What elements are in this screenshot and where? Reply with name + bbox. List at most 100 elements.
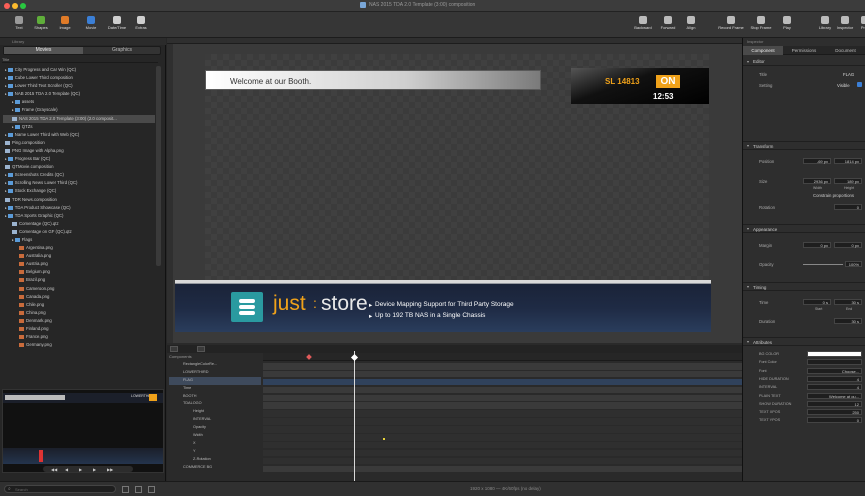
library-item[interactable]: France.png [3, 333, 155, 341]
timeline-track[interactable] [263, 370, 742, 378]
component-row[interactable]: FLAG [169, 376, 261, 385]
zoom-window-icon[interactable] [20, 3, 26, 9]
library-item[interactable]: ▸ City Progress and Car Win (QC) [3, 66, 155, 74]
attribute-value-field[interactable]: 4 [807, 384, 862, 391]
component-row[interactable]: Time [169, 385, 261, 393]
component-row[interactable]: Y [169, 448, 261, 456]
section-transform[interactable]: Transform [743, 141, 865, 150]
position-x-field[interactable]: -69 px [803, 158, 831, 164]
disclosure-icon[interactable]: ▾ [747, 284, 749, 289]
tab-graphics[interactable]: Graphics [83, 47, 161, 54]
library-item[interactable]: TDR News.composition [3, 196, 155, 204]
component-row[interactable]: Width [169, 432, 261, 440]
library-item[interactable]: ▸ Progress Bar (QC) [3, 155, 155, 163]
extras-button[interactable]: Extras [128, 14, 154, 36]
disclosure-icon[interactable]: ▾ [747, 339, 749, 344]
component-row[interactable]: Z-Rotation [169, 456, 261, 464]
timeline-track[interactable] [263, 426, 742, 433]
library-item[interactable]: NAS 2015 TDA 2.0 Template (3:00) (2.0 co… [3, 114, 155, 123]
timeline-track[interactable] [263, 410, 742, 417]
timeline-track[interactable] [263, 402, 742, 409]
section-attributes[interactable]: Attributes [743, 337, 865, 346]
align-button[interactable]: Align [678, 14, 704, 36]
shapes-button[interactable]: Shapes [28, 14, 54, 36]
component-row[interactable]: COMMERCE BG [169, 464, 261, 472]
attribute-value-field[interactable]: Choose... [807, 367, 862, 374]
library-item[interactable]: ▸ Stock Exchange (QC) [3, 187, 155, 195]
library-item[interactable]: ▸ assets [3, 98, 155, 106]
timeline-track[interactable] [263, 418, 742, 425]
prev-button[interactable]: Prev [852, 14, 865, 36]
rewind-icon[interactable]: ◀◀ [51, 467, 57, 472]
search-field[interactable]: ⌕ Search [4, 485, 116, 493]
component-row[interactable]: LOWERTHIRD [169, 369, 261, 377]
fast-forward-icon[interactable]: ▶▶ [107, 467, 113, 472]
add-item-icon[interactable] [122, 486, 129, 493]
start-time-field[interactable]: 0 s [803, 299, 831, 305]
list-view-icon[interactable] [148, 486, 155, 493]
library-item[interactable]: Brazil.png [3, 276, 155, 284]
library-scrollbar[interactable] [156, 66, 161, 266]
clock-badge[interactable]: SL 14813 ON 12:53 [571, 68, 709, 104]
section-appearance[interactable]: Appearance [743, 224, 865, 233]
timeline-zoom-button[interactable] [170, 346, 178, 352]
library-column-header[interactable]: Title [2, 57, 158, 63]
margin-field-b[interactable]: 0 px [834, 242, 862, 248]
attribute-value-field[interactable]: Welcome at ou... [807, 392, 862, 399]
disclosure-icon[interactable]: ▾ [747, 143, 749, 148]
timeline-ruler[interactable] [263, 353, 742, 361]
close-window-icon[interactable] [4, 3, 10, 9]
component-row[interactable]: X [169, 440, 261, 448]
visible-checkbox[interactable] [857, 82, 862, 87]
library-item[interactable]: Belgium.png [3, 268, 155, 276]
attribute-value-field[interactable]: 4 [807, 375, 862, 382]
timeline-track[interactable] [263, 363, 742, 370]
play-button[interactable]: Play [774, 14, 800, 36]
library-item[interactable]: Comentage (QC).qtz [3, 220, 155, 228]
library-item[interactable]: Finland.png [3, 325, 155, 333]
timeline-track[interactable] [263, 378, 742, 386]
timeline-track[interactable] [263, 465, 742, 473]
section-editor[interactable]: Editor [743, 57, 865, 66]
component-row[interactable]: INTERVAL [169, 416, 261, 424]
attribute-value-field[interactable]: 0 [807, 417, 862, 424]
component-row[interactable]: TDALOGO [169, 400, 261, 408]
library-item[interactable]: ▸ NAB 2015 TDA 2.0 Template (QC) [3, 90, 155, 98]
library-item[interactable]: ▸ QTZs [3, 123, 155, 131]
library-item[interactable]: ▸ Name Lower Third with Web (QC) [3, 131, 155, 139]
keyframe-icon[interactable] [383, 438, 385, 440]
minimize-window-icon[interactable] [12, 3, 18, 9]
timeline-track[interactable] [263, 394, 742, 402]
movie-button[interactable]: Movie [78, 14, 104, 36]
welcome-bar[interactable]: Welcome at our Booth. [205, 70, 541, 90]
timeline-track[interactable] [263, 441, 742, 449]
attribute-value-field[interactable] [807, 351, 862, 357]
end-time-field[interactable]: 30 s [834, 299, 862, 305]
library-item[interactable]: ▸ Flags [3, 236, 155, 244]
attribute-value-field[interactable]: 250 [807, 409, 862, 416]
section-timing[interactable]: Timing [743, 282, 865, 291]
library-item[interactable]: Denmark.png [3, 317, 155, 325]
library-item[interactable]: ▸ TDA Sports Graphic (QC) [3, 212, 155, 220]
disclosure-icon[interactable]: ▾ [747, 59, 749, 64]
library-item[interactable]: Canada.png [3, 293, 155, 301]
library-item[interactable]: Argentina.png [3, 244, 155, 252]
library-item[interactable]: Australia.png [3, 252, 155, 260]
disclosure-icon[interactable]: ▾ [747, 226, 749, 231]
library-item[interactable]: Germany.png [3, 341, 155, 349]
play-icon[interactable]: ▶ [79, 467, 82, 472]
library-item[interactable]: PNG Image with Alpha.png [3, 147, 155, 155]
canvas-stage[interactable]: Welcome at our Booth. SL 14813 ON 12:53 [205, 54, 709, 284]
library-item[interactable]: ▸ Screenshots Credits (QC) [3, 171, 155, 179]
attribute-value-field[interactable] [807, 359, 862, 366]
library-item[interactable]: QTMovie.composition [3, 163, 155, 171]
playhead[interactable] [354, 351, 355, 481]
date-time-button[interactable]: Date/Time [104, 14, 130, 36]
lower-third-banner[interactable]: just : store ▸ Device Mapping Support fo… [175, 280, 711, 332]
record-frame-button[interactable]: Record Frame [718, 14, 744, 36]
component-row[interactable]: BOOTH [169, 393, 261, 401]
stop-frame-button[interactable]: Stop Frame [748, 14, 774, 36]
timeline-track[interactable] [263, 386, 742, 394]
library-item[interactable]: ▸ Scrolling News Lower Third (QC) [3, 179, 155, 187]
timeline-track[interactable] [263, 449, 742, 457]
